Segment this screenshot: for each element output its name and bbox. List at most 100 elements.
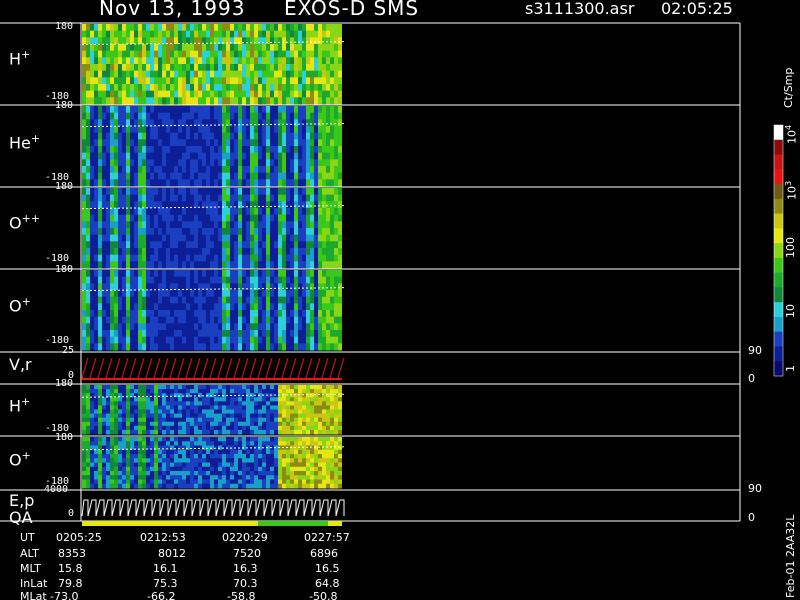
spectrogram-cell bbox=[90, 228, 94, 236]
spectrogram-cell bbox=[230, 37, 234, 45]
panel-4-species: O+ bbox=[9, 295, 31, 316]
spectrogram-cell bbox=[250, 437, 254, 442]
spectrogram-cell bbox=[154, 449, 158, 455]
spectrogram-cell bbox=[246, 146, 250, 154]
spectrogram-cell bbox=[258, 146, 262, 154]
spectrogram-cell bbox=[254, 84, 258, 92]
spectrogram-cell bbox=[190, 139, 194, 147]
spectrogram-cell bbox=[86, 159, 90, 167]
spectrogram-cell bbox=[226, 64, 230, 72]
spectrogram-cell bbox=[262, 336, 266, 344]
spectrogram-cell bbox=[302, 172, 306, 180]
spectrogram-cell bbox=[310, 208, 314, 216]
spectrogram-cell bbox=[110, 208, 114, 216]
spectrogram-cell bbox=[270, 241, 274, 249]
spectrogram-cell bbox=[150, 316, 154, 324]
spectrogram-panel-3 bbox=[82, 188, 342, 269]
spectrogram-cell bbox=[294, 310, 298, 318]
spectrogram-cell bbox=[134, 132, 138, 140]
spectrogram-cell bbox=[158, 194, 162, 202]
spectrogram-cell bbox=[86, 401, 90, 406]
spectrogram-cell bbox=[314, 221, 318, 229]
spectrogram-cell bbox=[242, 119, 246, 127]
spectrogram-cell bbox=[226, 90, 230, 98]
spectrogram-cell bbox=[226, 296, 230, 304]
spectrogram-cell bbox=[190, 303, 194, 311]
spectrogram-cell bbox=[298, 409, 302, 415]
spectrogram-cell bbox=[178, 458, 182, 463]
spectrogram-cell bbox=[194, 90, 198, 98]
spectrogram-cell bbox=[166, 112, 170, 120]
spectrogram-cell bbox=[218, 188, 222, 196]
spectrogram-cell bbox=[250, 214, 254, 222]
spectrogram-cell bbox=[278, 479, 282, 485]
spectrogram-cell bbox=[290, 303, 294, 311]
spectrogram-cell bbox=[82, 241, 86, 249]
spectrogram-cell bbox=[198, 77, 202, 85]
spectrogram-cell bbox=[206, 57, 210, 65]
spectrogram-cell bbox=[82, 146, 86, 154]
spectrogram-cell bbox=[294, 30, 298, 38]
spectrogram-cell bbox=[118, 449, 122, 455]
spectrogram-cell bbox=[126, 106, 130, 114]
spectrogram-cell bbox=[146, 234, 150, 242]
spectrogram-cell bbox=[90, 441, 94, 446]
spectrogram-cell bbox=[298, 283, 302, 291]
spectrogram-cell bbox=[174, 336, 178, 344]
spectrogram-cell bbox=[314, 77, 318, 85]
spectrogram-cell bbox=[158, 234, 162, 242]
spectrogram-cell bbox=[86, 385, 90, 390]
spectrogram-cell bbox=[126, 254, 130, 262]
spectrogram-cell bbox=[218, 70, 222, 78]
spectrogram-cell bbox=[90, 401, 94, 406]
spectrogram-cell bbox=[314, 234, 318, 242]
spectrogram-cell bbox=[326, 445, 330, 451]
spectrogram-cell bbox=[210, 449, 214, 455]
spectrogram-cell bbox=[106, 139, 110, 147]
spectrogram-cell bbox=[98, 389, 102, 394]
spectrogram-cell bbox=[242, 425, 246, 431]
spectrogram-cell bbox=[114, 97, 118, 105]
spectrogram-cell bbox=[322, 276, 326, 284]
spectrogram-cell bbox=[210, 44, 214, 52]
spectrogram-cell bbox=[146, 323, 150, 331]
spectrogram-cell bbox=[314, 166, 318, 174]
spectrogram-cell bbox=[250, 208, 254, 216]
spectrogram-cell bbox=[142, 126, 146, 134]
spectrogram-cell bbox=[130, 483, 134, 489]
spectrogram-cell bbox=[322, 471, 326, 476]
spectrogram-cell bbox=[302, 343, 306, 351]
spectrogram-cell bbox=[206, 248, 210, 256]
spectrogram-cell bbox=[330, 471, 334, 476]
spectrogram-cell bbox=[322, 389, 326, 394]
spectrogram-cell bbox=[182, 409, 186, 415]
spectrogram-cell bbox=[106, 385, 110, 390]
spectrogram-cell bbox=[146, 97, 150, 105]
spectrogram-cell bbox=[90, 413, 94, 419]
spectrogram-cell bbox=[206, 159, 210, 167]
spectrogram-cell bbox=[274, 417, 278, 423]
spectrogram-cell bbox=[138, 248, 142, 256]
spectrogram-cell bbox=[290, 37, 294, 45]
spectrogram-cell bbox=[278, 44, 282, 52]
spectrogram-cell bbox=[86, 64, 90, 72]
spectrogram-cell bbox=[218, 454, 222, 459]
spectrogram-cell bbox=[318, 421, 322, 427]
spectrogram-cell bbox=[306, 421, 310, 427]
spectrogram-cell bbox=[270, 417, 274, 423]
spectrogram-cell bbox=[322, 290, 326, 298]
spectrogram-cell bbox=[246, 139, 250, 147]
spectrogram-cell bbox=[298, 405, 302, 410]
spectrogram-cell bbox=[278, 303, 282, 311]
spectrogram-cell bbox=[122, 234, 126, 242]
spectrogram-cell bbox=[338, 254, 342, 262]
spectrogram-cell bbox=[318, 119, 322, 127]
spectrogram-cell bbox=[290, 437, 294, 442]
spectrogram-cell bbox=[210, 343, 214, 351]
spectrogram-cell bbox=[142, 194, 146, 202]
spectrogram-cell bbox=[218, 90, 222, 98]
spectrogram-cell bbox=[194, 466, 198, 472]
spectrogram-cell bbox=[294, 50, 298, 58]
spectrogram-cell bbox=[290, 172, 294, 180]
spectrogram-cell bbox=[222, 421, 226, 427]
